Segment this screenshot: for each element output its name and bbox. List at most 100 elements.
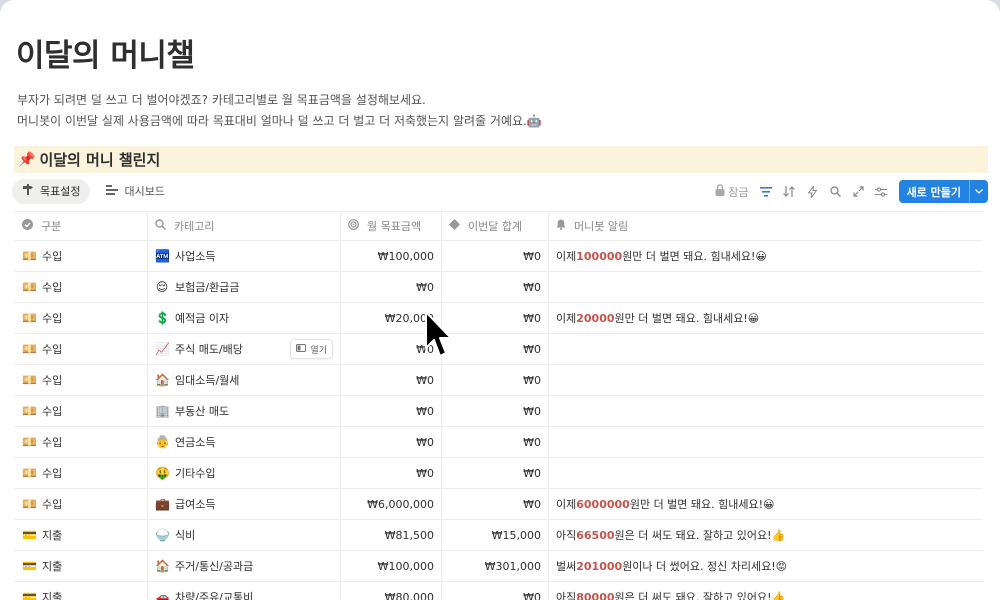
cell-total[interactable]: ₩0: [441, 581, 549, 600]
category-label: 차량/주유/교통비: [175, 591, 254, 600]
category-icon: 📈: [155, 342, 170, 356]
chevron-down-icon[interactable]: [969, 180, 988, 203]
open-panel-icon: [296, 343, 307, 355]
category-label: 부동산 매도: [175, 405, 230, 418]
cell-goal[interactable]: ₩0: [340, 426, 442, 458]
table-row[interactable]: 💳 지출 🍚 식비 ₩81,500 ₩15,000 아직 66500 원은 더 써도 …: [15, 519, 983, 551]
cell-type[interactable]: 💴 수입: [15, 333, 148, 365]
cell-type[interactable]: 💳 지출: [15, 550, 148, 582]
cell-type[interactable]: 💴 수입: [15, 302, 148, 334]
view-tabs: 목표설정 대시보드: [12, 178, 175, 204]
type-label: 수입: [42, 374, 63, 387]
alert-suffix: 원만 더 벌면 돼요. 힘내세요!😀: [622, 250, 767, 263]
settings-sliders-icon[interactable]: [870, 180, 893, 203]
cell-category[interactable]: 💲 예적금 이자: [147, 302, 341, 334]
type-label: 수입: [42, 405, 63, 418]
new-button[interactable]: 새로 만들기: [898, 180, 988, 203]
credit-card-icon: 💳: [22, 590, 37, 600]
column-header-total[interactable]: 이번달 합계: [441, 211, 549, 241]
column-header-type[interactable]: 구분: [15, 211, 148, 241]
cell-category[interactable]: 🏧 사업소득: [147, 240, 341, 272]
table-row[interactable]: 💴 수입 🏧 사업소득 ₩100,000 ₩0 이제 100000 원만 더 벌면 돼…: [15, 240, 983, 272]
tab-goal-setting[interactable]: 목표설정: [12, 178, 91, 204]
cell-alert: [548, 364, 983, 396]
cell-category[interactable]: 👵 연금소득: [147, 426, 341, 458]
cell-type[interactable]: 💴 수입: [15, 395, 148, 427]
table-row[interactable]: 💴 수입 📈 주식 매도/배당 열기 ₩0 ₩0: [15, 333, 983, 365]
cell-total[interactable]: ₩0: [441, 240, 549, 272]
cell-type[interactable]: 💳 지출: [15, 581, 148, 600]
cell-goal[interactable]: ₩0: [340, 271, 442, 303]
table-row[interactable]: 💳 지출 🚗 차량/주유/교통비 ₩80,000 ₩0 아직 80000 원은 더 써…: [15, 581, 983, 600]
cell-total[interactable]: ₩0: [441, 333, 549, 365]
search-icon[interactable]: [824, 180, 847, 203]
cell-goal[interactable]: ₩6,000,000: [340, 488, 442, 520]
cell-total[interactable]: ₩0: [441, 302, 549, 334]
cell-category[interactable]: 💼 급여소득: [147, 488, 341, 520]
cell-total[interactable]: ₩0: [441, 457, 549, 489]
cell-category[interactable]: 🏠 임대소득/월세: [147, 364, 341, 396]
table-row[interactable]: 💴 수입 💲 예적금 이자 ₩20,000 ₩0 이제 20000 원만 더 벌면 돼…: [15, 302, 983, 334]
cell-total[interactable]: ₩15,000: [441, 519, 549, 551]
column-header-alert[interactable]: 머니봇 알림: [548, 211, 983, 241]
tab-dashboard[interactable]: 대시보드: [96, 179, 174, 204]
cell-total[interactable]: ₩0: [441, 364, 549, 396]
cell-type[interactable]: 💴 수입: [15, 271, 148, 303]
cell-goal[interactable]: ₩0: [340, 364, 442, 396]
money-icon: 💴: [22, 466, 37, 480]
type-label: 지출: [42, 591, 63, 600]
cell-total[interactable]: ₩0: [441, 271, 549, 303]
cell-type[interactable]: 💴 수입: [15, 364, 148, 396]
lock-toggle[interactable]: 잠금: [715, 184, 749, 200]
expand-icon[interactable]: [847, 180, 870, 203]
cell-goal[interactable]: ₩0: [340, 395, 442, 427]
cell-goal[interactable]: ₩81,500: [340, 519, 442, 551]
table-row[interactable]: 💳 지출 🏠 주거/통신/공과금 ₩100,000 ₩301,000 벌써 2010…: [15, 550, 983, 582]
cell-category[interactable]: 📈 주식 매도/배당 열기: [147, 333, 341, 365]
cell-type[interactable]: 💴 수입: [15, 240, 148, 272]
cell-type[interactable]: 💴 수입: [15, 426, 148, 458]
table-row[interactable]: 💴 수입 🏢 부동산 매도 ₩0 ₩0: [15, 395, 983, 427]
column-label: 머니봇 알림: [574, 220, 629, 233]
table-row[interactable]: 💴 수입 👵 연금소득 ₩0 ₩0: [15, 426, 983, 458]
table-row[interactable]: 💴 수입 🤑 기타수입 ₩0 ₩0: [15, 457, 983, 489]
cell-type[interactable]: 💴 수입: [15, 457, 148, 489]
cell-goal[interactable]: ₩100,000: [340, 240, 442, 272]
cell-total[interactable]: ₩0: [441, 395, 549, 427]
cell-category[interactable]: 🚗 차량/주유/교통비: [147, 581, 341, 600]
credit-card-icon: 💳: [22, 559, 37, 573]
table-row[interactable]: 💴 수입 🏠 임대소득/월세 ₩0 ₩0: [15, 364, 983, 396]
total-value: ₩0: [523, 373, 541, 387]
alert-amount: 100000: [576, 249, 623, 263]
column-header-category[interactable]: 카테고리: [147, 211, 341, 241]
table-row[interactable]: 💴 수입 💼 급여소득 ₩6,000,000 ₩0 이제 6000000 원만 더 벌…: [15, 488, 983, 520]
open-button[interactable]: 열기: [290, 339, 333, 359]
cell-type[interactable]: 💴 수입: [15, 488, 148, 520]
table-row[interactable]: 💴 수입 😌 보험금/환급금 ₩0 ₩0: [15, 271, 983, 303]
alert-suffix: 원만 더 벌면 돼요. 힘내세요!😀: [629, 498, 775, 511]
column-label: 월 목표금액: [367, 220, 422, 233]
type-label: 지출: [42, 560, 63, 573]
cell-goal[interactable]: ₩100,000: [340, 550, 442, 582]
cell-category[interactable]: 🍚 식비: [147, 519, 341, 551]
cell-type[interactable]: 💳 지출: [15, 519, 148, 551]
cell-goal[interactable]: ₩0: [340, 457, 442, 489]
lock-icon: [715, 184, 725, 199]
total-value: ₩0: [523, 311, 541, 325]
column-header-goal[interactable]: 월 목표금액: [340, 211, 442, 241]
cell-category[interactable]: 😌 보험금/환급금: [147, 271, 341, 303]
sort-icon[interactable]: [778, 180, 801, 203]
cell-total[interactable]: ₩0: [441, 488, 549, 520]
description-line-2: 머니봇이 이번달 실제 사용금액에 따라 목표대비 얼마나 덜 쓰고 더 벌고 …: [17, 114, 542, 128]
cell-category[interactable]: 🏠 주거/통신/공과금: [147, 550, 341, 582]
filter-icon[interactable]: [755, 180, 778, 203]
goal-value: ₩100,000: [377, 559, 434, 573]
cell-category[interactable]: 🤑 기타수입: [147, 457, 341, 489]
cell-total[interactable]: ₩0: [441, 426, 549, 458]
lightning-icon[interactable]: [801, 180, 824, 203]
category-icon: 🏠: [155, 373, 170, 387]
cell-goal[interactable]: ₩80,000: [340, 581, 442, 600]
cell-total[interactable]: ₩301,000: [441, 550, 549, 582]
cell-category[interactable]: 🏢 부동산 매도: [147, 395, 341, 427]
cell-alert: 이제 20000 원만 더 벌면 돼요. 힘내세요!😀: [548, 302, 983, 334]
